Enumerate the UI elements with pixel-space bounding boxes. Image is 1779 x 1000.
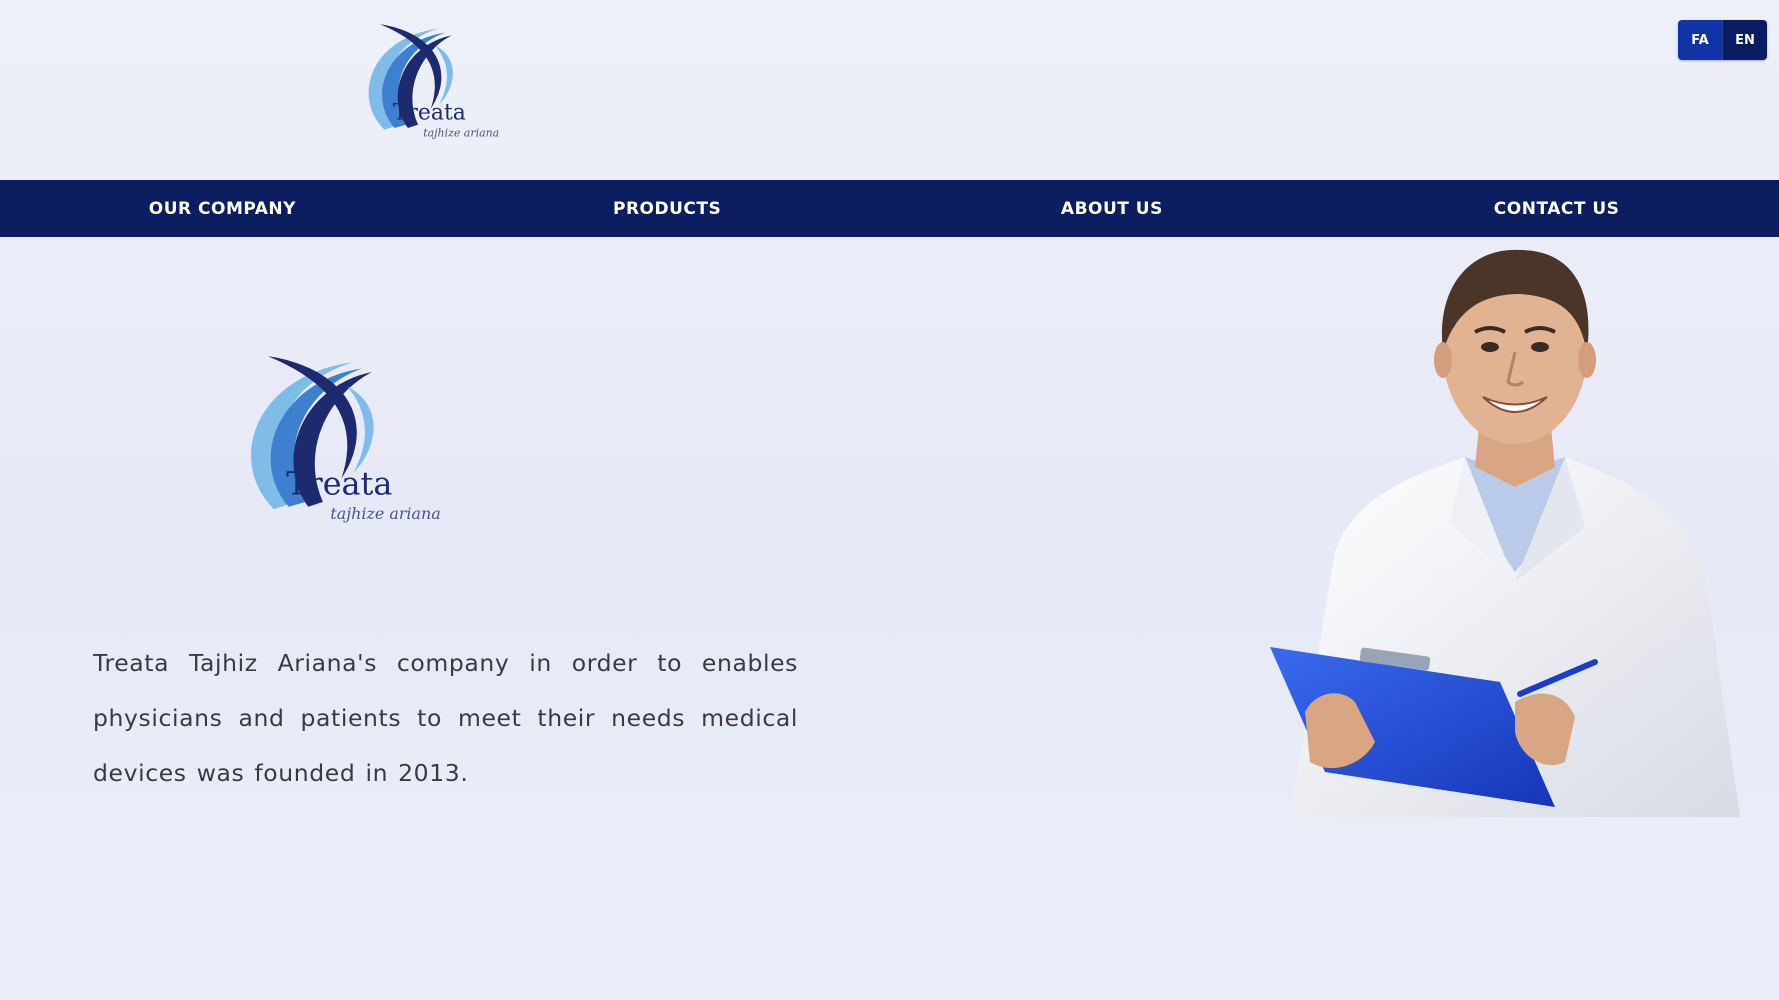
- lang-en-button[interactable]: EN: [1722, 20, 1767, 60]
- main-nav: OUR COMPANY PRODUCTS ABOUT US CONTACT US: [0, 180, 1779, 237]
- treata-logo-icon-large: Treata tajhize ariana: [251, 356, 441, 523]
- doctor-illustration: [1270, 249, 1740, 817]
- intro-paragraph: Treata Tajhiz Ariana's company in order …: [93, 648, 798, 787]
- main-logo-wordmark: Treata: [286, 465, 392, 503]
- header: Treata tajhize ariana FA EN: [0, 0, 1779, 178]
- nav-about-us[interactable]: ABOUT US: [890, 180, 1335, 237]
- logo-tagline: tajhize ariana: [423, 126, 499, 139]
- language-switcher: FA EN: [1678, 20, 1767, 60]
- main-logo-tagline: tajhize ariana: [330, 504, 440, 523]
- main-logo: Treata tajhize ariana: [225, 348, 470, 548]
- header-logo[interactable]: Treata tajhize ariana: [350, 20, 520, 155]
- nav-our-company[interactable]: OUR COMPANY: [0, 180, 445, 237]
- doctor-image: [1265, 242, 1765, 817]
- treata-logo-icon: Treata tajhize ariana: [368, 24, 499, 139]
- nav-products[interactable]: PRODUCTS: [445, 180, 890, 237]
- logo-wordmark: Treata: [393, 101, 466, 126]
- lang-fa-button[interactable]: FA: [1678, 20, 1722, 60]
- nav-contact-us[interactable]: CONTACT US: [1334, 180, 1779, 237]
